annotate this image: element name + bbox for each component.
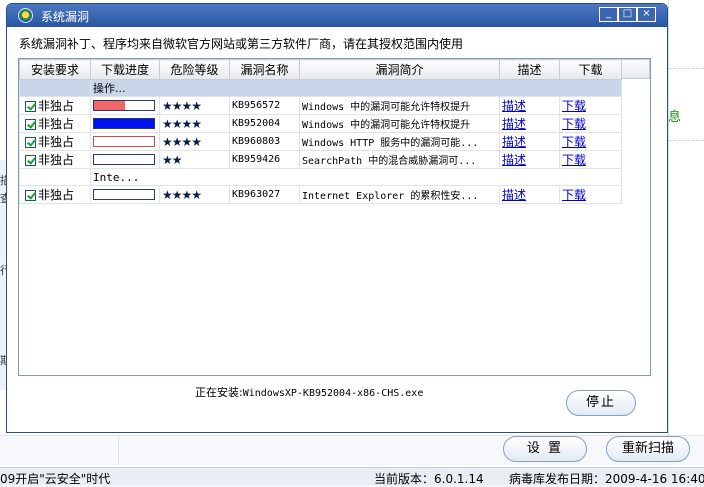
group-row[interactable]: Inte...: [19, 168, 622, 186]
description-link[interactable]: 描述: [502, 117, 526, 131]
column-header[interactable]: 描述: [499, 59, 560, 80]
patch-name: KB956572: [229, 96, 300, 115]
column-header[interactable]: 下载进度: [90, 59, 160, 80]
install-checkbox[interactable]: [25, 101, 36, 112]
risk-stars: ★★★★: [162, 134, 202, 149]
table-header: 安装要求 下载进度 危险等级 漏洞名称 漏洞简介 描述 下载: [19, 59, 622, 80]
background-divider: [668, 68, 704, 69]
patch-summary: Internet Explorer 的累积性安...: [299, 185, 500, 204]
download-progress-bar: [93, 99, 155, 111]
download-link[interactable]: 下载: [562, 99, 586, 113]
download-progress-bar: [93, 188, 155, 200]
close-icon[interactable]: ×: [637, 7, 656, 22]
column-header[interactable]: 漏洞名称: [229, 59, 300, 80]
requirement-label: 非独占: [38, 117, 75, 131]
requirement-label: 非独占: [38, 188, 75, 202]
patch-summary: SearchPath 中的混合威胁漏洞可...: [299, 150, 500, 169]
background-button-area: [0, 435, 704, 465]
status-bar: 09开启"云安全"时代 当前版本：6.0.1.14 病毒库发布日期：2009-4…: [0, 467, 704, 486]
install-status: 正在安装:WindowsXP-KB952004-x86-CHS.exe: [195, 384, 423, 400]
patch-name: KB963027: [229, 185, 300, 204]
dialog-titlebar[interactable]: 系统漏洞 _ □ ×: [7, 4, 667, 27]
risk-stars: ★★★★: [162, 187, 202, 202]
status-version: 当前版本：6.0.1.14: [374, 472, 484, 486]
description-link[interactable]: 描述: [502, 188, 526, 202]
column-header[interactable]: 漏洞简介: [299, 59, 500, 80]
background-divider: [668, 140, 704, 141]
download-link[interactable]: 下载: [562, 135, 586, 149]
group-label: Inte...: [90, 168, 622, 186]
risk-stars: ★★★★: [162, 98, 202, 113]
download-progress-bar: [93, 117, 155, 129]
status-slogan: 09开启"云安全"时代: [0, 472, 111, 486]
install-checkbox[interactable]: [25, 155, 36, 166]
column-header[interactable]: 危险等级: [159, 59, 230, 80]
requirement-label: 非独占: [38, 135, 75, 149]
table-row[interactable]: 非独占 ★★ KB959426 SearchPath 中的混合威胁漏洞可... …: [19, 150, 622, 169]
background-right-panel: [668, 0, 704, 435]
download-link[interactable]: 下载: [562, 153, 586, 167]
description-link[interactable]: 描述: [502, 153, 526, 167]
background-divider: [118, 435, 119, 465]
description-link[interactable]: 描述: [502, 99, 526, 113]
download-progress-bar: [93, 135, 155, 147]
table-row[interactable]: 非独占 ★★★★ KB952004 Windows 中的漏洞可能允许特权提升 描…: [19, 114, 622, 133]
patch-summary: Windows HTTP 服务中的漏洞可能...: [299, 132, 500, 151]
group-row[interactable]: 操作...: [19, 79, 622, 97]
settings-button[interactable]: 设 置: [503, 436, 587, 462]
risk-stars: ★★★★: [162, 116, 202, 131]
table-row[interactable]: 非独占 ★★★★ KB960803 Windows HTTP 服务中的漏洞可能.…: [19, 132, 622, 151]
patch-list[interactable]: 安装要求 下载进度 危险等级 漏洞名称 漏洞简介 描述 下载 操作... 非独占: [18, 58, 651, 376]
install-checkbox[interactable]: [25, 119, 36, 130]
stop-button[interactable]: 停止: [566, 390, 636, 416]
download-link[interactable]: 下载: [562, 117, 586, 131]
patch-name: KB960803: [229, 132, 300, 151]
patch-summary: Windows 中的漏洞可能允许特权提升: [299, 114, 500, 133]
download-progress-bar: [93, 153, 155, 165]
window-controls: _ □ ×: [599, 7, 656, 24]
description-link[interactable]: 描述: [502, 135, 526, 149]
patch-name: KB959426: [229, 150, 300, 169]
install-checkbox[interactable]: [25, 137, 36, 148]
requirement-label: 非独占: [38, 153, 75, 167]
license-notice: 系统漏洞补丁、程序均来自微软官方网站或第三方软件厂商，请在其授权范围内使用: [19, 37, 464, 51]
risk-stars: ★★: [162, 152, 182, 167]
minimize-icon[interactable]: _: [599, 7, 618, 22]
table-row[interactable]: 非独占 ★★★★ KB956572 Windows 中的漏洞可能允许特权提升 描…: [19, 96, 622, 115]
progress-fill: [94, 100, 126, 110]
install-filename: WindowsXP-KB952004-x86-CHS.exe: [242, 388, 424, 399]
install-label: 正在安装:: [195, 386, 243, 399]
patch-summary: Windows 中的漏洞可能允许特权提升: [299, 96, 500, 115]
download-link[interactable]: 下载: [562, 188, 586, 202]
dialog-title: 系统漏洞: [41, 10, 90, 24]
status-db-date: 病毒库发布日期：2009-4-16 16:40: [509, 472, 704, 486]
header-filler: [621, 59, 650, 79]
requirement-label: 非独占: [38, 99, 75, 113]
rescan-button[interactable]: 重新扫描: [606, 436, 690, 462]
patch-name: KB952004: [229, 114, 300, 133]
background-panel-text: 息: [668, 110, 682, 125]
patch-table: 安装要求 下载进度 危险等级 漏洞名称 漏洞简介 描述 下载 操作... 非独占: [19, 59, 622, 204]
column-header[interactable]: 下载: [559, 59, 622, 80]
install-checkbox[interactable]: [25, 190, 36, 201]
table-row[interactable]: 非独占 ★★★★ KB963027 Internet Explorer 的累积性…: [19, 185, 622, 204]
column-header[interactable]: 安装要求: [19, 59, 91, 80]
app-logo-icon: [18, 8, 33, 23]
maximize-icon[interactable]: □: [618, 7, 637, 22]
vulnerability-dialog: 系统漏洞 _ □ × 系统漏洞补丁、程序均来自微软官方网站或第三方软件厂商，请在…: [6, 3, 668, 433]
progress-fill: [94, 118, 154, 128]
group-label: 操作...: [90, 79, 622, 97]
